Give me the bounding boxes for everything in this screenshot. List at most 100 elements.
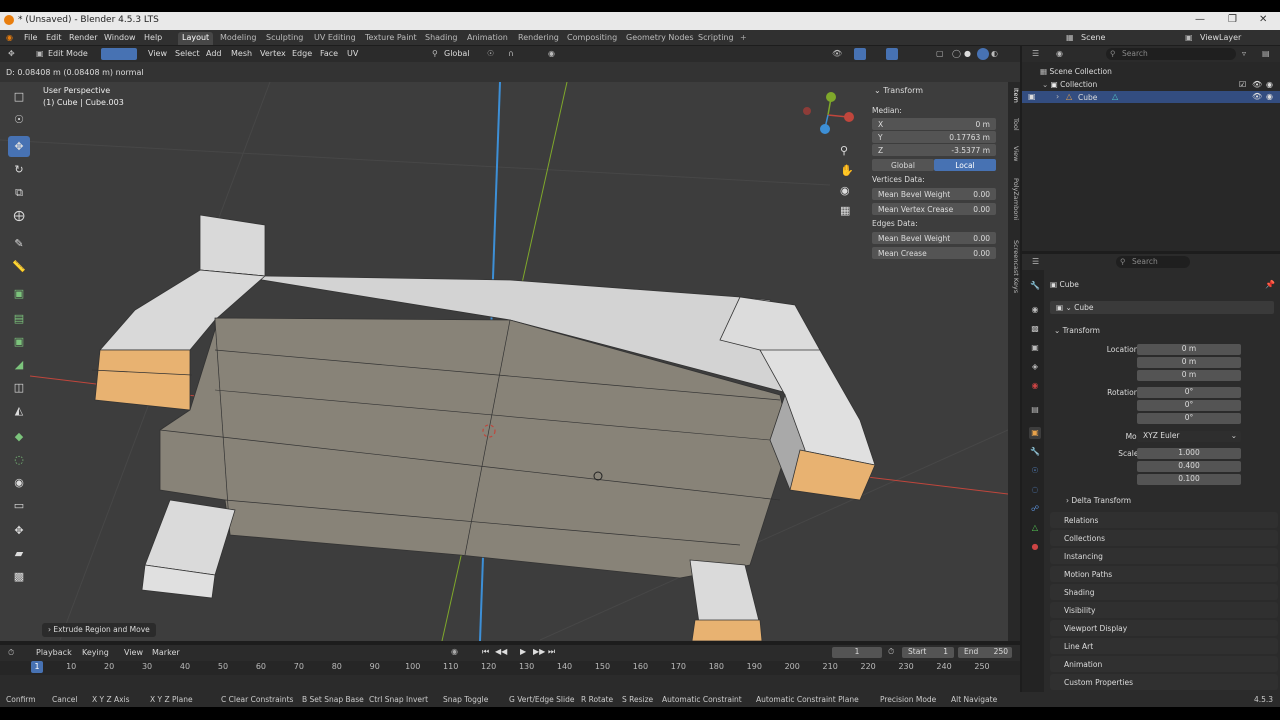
- menu-window[interactable]: Window: [104, 33, 136, 42]
- rotation-y-field[interactable]: 0°: [1137, 400, 1241, 411]
- select-box-tool-icon[interactable]: □: [8, 86, 30, 107]
- collections-panel-header[interactable]: Collections: [1050, 530, 1278, 546]
- edge-bevel-weight-field[interactable]: Mean Bevel Weight 0.00: [872, 232, 996, 244]
- measure-tool-icon[interactable]: 📏: [8, 256, 30, 277]
- scale-z-field[interactable]: 0.100: [1137, 474, 1241, 485]
- tab-scripting[interactable]: Scripting: [694, 32, 738, 45]
- current-frame-field[interactable]: 1: [832, 647, 882, 658]
- menu-mesh[interactable]: Mesh: [231, 49, 252, 58]
- tab-shading[interactable]: Shading: [421, 32, 462, 45]
- tab-screencast-keys[interactable]: Screencast Keys: [1008, 240, 1020, 293]
- tool-settings-tab-icon[interactable]: 🔧: [1029, 280, 1041, 292]
- tab-view[interactable]: View: [1008, 146, 1020, 161]
- loop-cut-tool-icon[interactable]: ◫: [8, 377, 30, 398]
- shear-tool-icon[interactable]: ▰: [8, 543, 30, 564]
- extrude-tool-icon[interactable]: ▤: [8, 308, 30, 329]
- object-datablock-field[interactable]: ▣ ⌄ Cube: [1050, 301, 1274, 314]
- add-workspace-button[interactable]: +: [740, 33, 747, 42]
- gizmo-toggle-icon[interactable]: [854, 48, 866, 60]
- camera-view-icon[interactable]: ◉: [840, 184, 850, 197]
- exclude-checkbox-icon[interactable]: ☑: [1239, 80, 1246, 89]
- tab-item[interactable]: Item: [1008, 88, 1020, 103]
- rendered-shading-icon[interactable]: ◐: [991, 49, 998, 58]
- snap-icon[interactable]: ∩: [508, 49, 514, 58]
- add-cube-tool-icon[interactable]: ▣: [8, 283, 30, 304]
- menu-file[interactable]: File: [24, 33, 37, 42]
- orientation-selector[interactable]: Global: [444, 49, 470, 58]
- animation-panel-header[interactable]: Animation: [1050, 656, 1278, 672]
- tab-rendering[interactable]: Rendering: [514, 32, 563, 45]
- wireframe-shading-icon[interactable]: ◯: [952, 49, 961, 58]
- marker-menu[interactable]: Marker: [152, 648, 180, 657]
- tab-sculpting[interactable]: Sculpting: [262, 32, 307, 45]
- tab-uv-editing[interactable]: UV Editing: [310, 32, 360, 45]
- solid-shading-icon[interactable]: ●: [964, 49, 971, 58]
- prev-keyframe-icon[interactable]: ◀◀: [495, 647, 507, 656]
- scale-y-field[interactable]: 0.400: [1137, 461, 1241, 472]
- tab-texture-paint[interactable]: Texture Paint: [361, 32, 421, 45]
- start-frame-field[interactable]: Start 1: [902, 647, 954, 658]
- record-keyframes-icon[interactable]: ◉: [451, 647, 458, 656]
- collection-tab-icon[interactable]: ▤: [1029, 404, 1041, 416]
- tab-geometry-nodes[interactable]: Geometry Nodes: [622, 32, 697, 45]
- timeline-ruler[interactable]: 1 10 20 30 40 50 60 70 80 90 100 110 120 130 140 150 160…: [0, 661, 1020, 675]
- cube-row[interactable]: ▣ › △ Cube △ 👁 ◉: [1022, 91, 1280, 103]
- spin-tool-icon[interactable]: ◌: [8, 449, 30, 470]
- inset-tool-icon[interactable]: ▣: [8, 331, 30, 352]
- play-icon[interactable]: ▶: [520, 647, 526, 656]
- properties-search-input[interactable]: ⚲ Search: [1116, 256, 1190, 268]
- outliner-editor-type-icon[interactable]: ☰: [1032, 49, 1039, 58]
- custom-properties-panel-header[interactable]: Custom Properties: [1050, 674, 1278, 690]
- tab-layout[interactable]: Layout: [178, 32, 214, 45]
- median-y-field[interactable]: Y 0.17763 m: [872, 131, 996, 143]
- tab-polyzamboni[interactable]: PolyZamboni: [1008, 178, 1020, 220]
- mode-selector[interactable]: Edit Mode: [48, 49, 88, 58]
- end-frame-field[interactable]: End 250: [958, 647, 1012, 658]
- close-icon[interactable]: ✕: [1259, 14, 1267, 25]
- shrink-fatten-tool-icon[interactable]: ✥: [8, 520, 30, 541]
- location-x-field[interactable]: 0 m: [1137, 344, 1241, 355]
- line-art-panel-header[interactable]: Line Art: [1050, 638, 1278, 654]
- menu-edit[interactable]: Edit: [46, 33, 62, 42]
- ortho-toggle-icon[interactable]: ▦: [840, 204, 850, 217]
- select-mode-buttons[interactable]: [101, 48, 137, 60]
- filter-icon[interactable]: ▿: [1242, 49, 1246, 58]
- instancing-panel-header[interactable]: Instancing: [1050, 548, 1278, 564]
- menu-view[interactable]: View: [148, 49, 167, 58]
- render-tab-icon[interactable]: ◉: [1029, 304, 1041, 316]
- viewport-display-panel-header[interactable]: Viewport Display: [1050, 620, 1278, 636]
- edge-crease-field[interactable]: Mean Crease 0.00: [872, 247, 996, 259]
- menu-face[interactable]: Face: [320, 49, 338, 58]
- output-tab-icon[interactable]: ▩: [1029, 323, 1041, 335]
- xray-icon[interactable]: ▢: [936, 49, 944, 58]
- menu-select[interactable]: Select: [175, 49, 200, 58]
- material-tab-icon[interactable]: ●: [1029, 541, 1041, 553]
- timeline-view-menu[interactable]: View: [124, 648, 143, 657]
- shading-panel-header[interactable]: Shading: [1050, 584, 1278, 600]
- jump-end-icon[interactable]: ⏭: [548, 647, 555, 657]
- tab-tool[interactable]: Tool: [1008, 118, 1020, 131]
- median-z-field[interactable]: Z -3.5377 m: [872, 144, 996, 156]
- tab-compositing[interactable]: Compositing: [563, 32, 621, 45]
- transform-panel-title[interactable]: ⌄ Transform: [874, 86, 923, 95]
- motion-paths-panel-header[interactable]: Motion Paths: [1050, 566, 1278, 582]
- maximize-icon[interactable]: ❐: [1228, 14, 1237, 25]
- knife-tool-icon[interactable]: ◭: [8, 400, 30, 421]
- view-layer-selector[interactable]: ViewLayer: [1200, 33, 1241, 42]
- rotation-x-field[interactable]: 0°: [1137, 387, 1241, 398]
- pin-icon[interactable]: 📌: [1265, 280, 1275, 289]
- scale-x-field[interactable]: 1.000: [1137, 448, 1241, 459]
- collection-row[interactable]: ⌄ ▣ Collection: [1042, 80, 1097, 89]
- modifiers-tab-icon[interactable]: 🔧: [1029, 446, 1041, 458]
- playback-menu[interactable]: Playback: [36, 648, 72, 657]
- tab-modeling[interactable]: Modeling: [216, 32, 260, 45]
- data-tab-icon[interactable]: △: [1029, 522, 1041, 534]
- blender-menu-icon[interactable]: ◉: [6, 33, 13, 42]
- location-z-field[interactable]: 0 m: [1137, 370, 1241, 381]
- rip-tool-icon[interactable]: ▩: [8, 566, 30, 587]
- new-collection-icon[interactable]: ▤: [1262, 49, 1270, 58]
- menu-uv[interactable]: UV: [347, 49, 358, 58]
- move-tool-icon[interactable]: ✥: [8, 136, 30, 157]
- world-tab-icon[interactable]: ◉: [1029, 380, 1041, 392]
- constraints-tab-icon[interactable]: ☍: [1029, 503, 1041, 515]
